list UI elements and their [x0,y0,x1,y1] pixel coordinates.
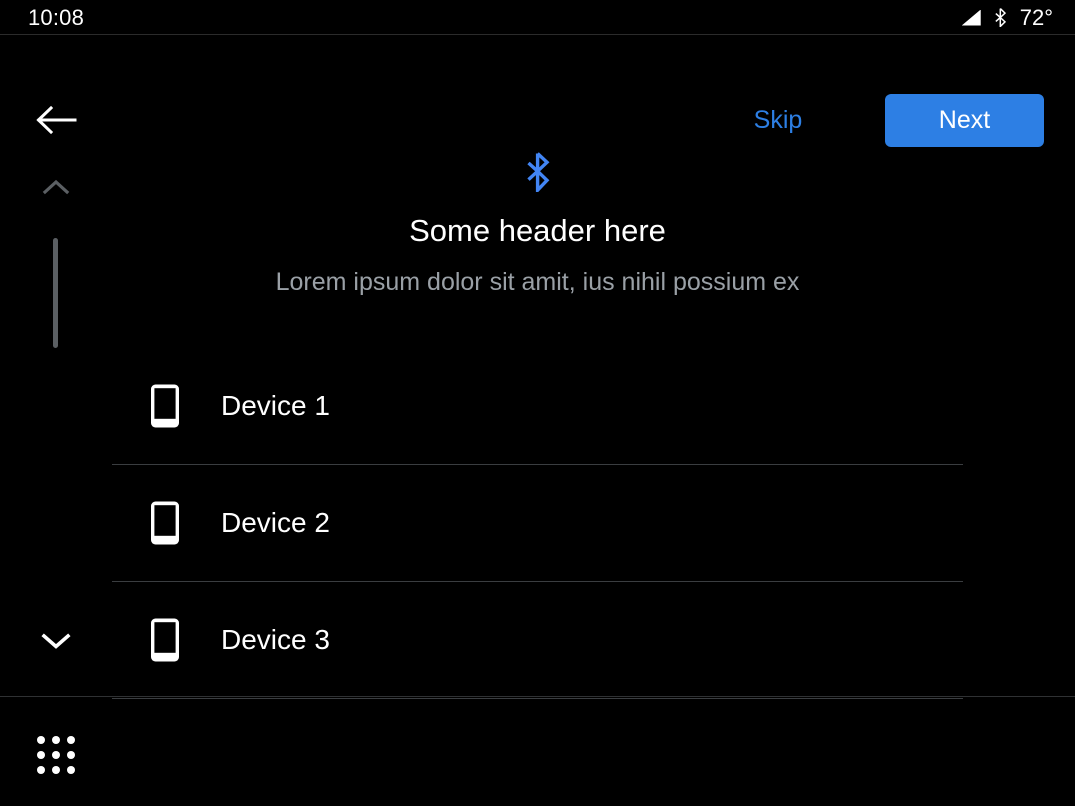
smartphone-icon [130,500,200,546]
chevron-down-icon [41,632,71,650]
grid-dot [37,766,45,774]
back-arrow-icon [35,105,77,135]
status-clock: 10:08 [28,5,85,30]
device-name: Device 1 [221,390,330,421]
scroll-up-button[interactable] [34,172,78,202]
signal-triangle-icon [961,9,981,26]
grid-dot [67,736,75,744]
main-content: Some header here Lorem ipsum dolor sit a… [112,140,1075,699]
bluetooth-icon [525,152,551,192]
page-subtitle: Lorem ipsum dolor sit amit, ius nihil po… [275,268,800,296]
grid-dot [37,736,45,744]
grid-dot [37,751,45,759]
apps-grid-icon[interactable] [34,733,78,777]
page-title: Some header here [409,213,666,248]
device-list-item[interactable]: Device 2 [112,465,963,582]
grid-dot [67,751,75,759]
scroll-down-button[interactable] [34,625,78,657]
grid-dot [67,766,75,774]
grid-dot [52,766,60,774]
bottom-bar [0,696,1075,806]
status-bar: 10:08 72° [0,0,1075,35]
car-setup-screen: 10:08 72° Skip Next Some header here Lor… [0,0,1075,806]
device-list: Device 1 Device 2 Device 3 [112,348,963,699]
grid-dot [52,751,60,759]
action-bar: Skip Next [0,36,1075,147]
status-temperature: 72° [1019,4,1053,30]
bluetooth-icon [994,8,1007,27]
scrollbar-thumb[interactable] [53,238,58,348]
status-icon-group: 72° [961,2,1053,33]
back-button[interactable] [34,100,78,140]
bluetooth-hero-icon-wrap [112,152,963,192]
device-name: Device 3 [221,624,330,655]
skip-button[interactable]: Skip [737,98,819,142]
grid-dot [52,736,60,744]
chevron-up-icon [42,179,70,195]
device-list-item[interactable]: Device 1 [112,348,963,465]
device-name: Device 2 [221,507,330,538]
smartphone-icon [130,383,200,429]
device-list-item[interactable]: Device 3 [112,582,963,699]
smartphone-icon [130,617,200,663]
scroll-rail [0,140,112,695]
scrollbar-track[interactable] [53,238,58,448]
